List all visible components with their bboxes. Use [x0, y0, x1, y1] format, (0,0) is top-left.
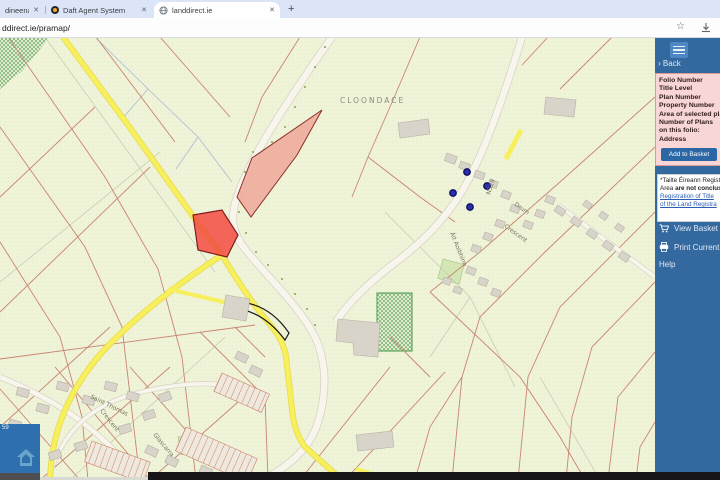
daft-favicon-icon [51, 6, 59, 14]
townland-label: CLOONDACE [340, 96, 405, 105]
field-address: Address [659, 136, 720, 144]
tab-3-active[interactable]: landdirect.ie ✕ [154, 2, 280, 18]
back-button[interactable]: › Back [658, 59, 681, 68]
cart-icon [659, 224, 669, 233]
tab-2[interactable]: Daft Agent System ✕ [46, 2, 152, 18]
url-field[interactable]: ddirect.ie/pramap/ [2, 23, 70, 33]
field-property-number: Property Number [659, 102, 720, 110]
help-label: Help [659, 260, 675, 269]
print-current-view-label: Print Current View [674, 243, 720, 252]
field-plan-number: Plan Number [659, 94, 720, 102]
print-current-view-button[interactable]: Print Current View [659, 242, 720, 252]
disclaimer-line2: Area are not conclusi [660, 185, 720, 193]
new-tab-button[interactable]: + [288, 2, 294, 16]
view-basket-label: View Basket [674, 224, 718, 233]
menu-hamburger-icon[interactable] [670, 42, 688, 58]
address-bar: ddirect.ie/pramap/ ☆ [0, 18, 720, 38]
view-basket-button[interactable]: View Basket [659, 224, 718, 233]
close-icon[interactable]: ✕ [33, 6, 39, 14]
folio-info-panel: Folio Number Title Level Plan Number Pro… [655, 73, 720, 166]
add-to-basket-button[interactable]: Add to Basket [661, 148, 717, 161]
tab-strip: dineenau ✕ Daft Agent System ✕ landdirec… [0, 0, 720, 18]
bookmark-star-icon[interactable]: ☆ [676, 21, 685, 32]
field-number-of-plans: Number of Plans on this folio: [659, 119, 720, 136]
disclaimer-link2-row: of the Land Registra [660, 201, 720, 209]
disclaimer-link1-row: Registration of Title [660, 193, 720, 201]
tab-label: landdirect.ie [172, 6, 212, 15]
close-icon[interactable]: ✕ [141, 6, 147, 14]
map-attribution-strip [0, 473, 40, 480]
logo-text: 59 [2, 425, 9, 431]
back-label: Back [663, 59, 681, 68]
field-area-selected-plans: Area of selected plans [659, 111, 720, 119]
land-registration-link[interactable]: of the Land Registra [660, 201, 717, 208]
close-icon[interactable]: ✕ [269, 6, 275, 14]
bottom-black-bar [148, 472, 720, 480]
registration-of-title-link[interactable]: Registration of Title [660, 193, 714, 200]
globe-favicon-icon [159, 6, 168, 15]
tab-label: Daft Agent System [63, 6, 125, 15]
tab-label: dineenau [5, 6, 29, 15]
tab-1[interactable]: dineenau ✕ [0, 2, 44, 18]
land-registry-map[interactable]: CLOONDACE N329 Drum Crescent Áit Aoibhin… [0, 37, 655, 480]
marker-icon [464, 169, 470, 175]
help-button[interactable]: Help [659, 260, 675, 269]
sidebar-panel: › Back Folio Number Title Level Plan Num… [655, 37, 720, 472]
browser-window: dineenau ✕ Daft Agent System ✕ landdirec… [0, 0, 720, 480]
house-logo-icon [14, 446, 38, 470]
field-title-level: Title Level [659, 85, 720, 93]
marker-icon [467, 204, 473, 210]
tailte-eireann-logo: 59 [0, 424, 40, 474]
download-icon[interactable] [700, 22, 712, 34]
marker-icon [450, 190, 456, 196]
disclaimer-line1: *Tailte Éireann Registr [660, 177, 720, 185]
printer-icon [659, 242, 669, 252]
chevron-right-icon: › [658, 59, 661, 68]
registry-disclaimer: *Tailte Éireann Registr Area are not con… [657, 174, 720, 222]
field-folio-number: Folio Number [659, 77, 720, 85]
